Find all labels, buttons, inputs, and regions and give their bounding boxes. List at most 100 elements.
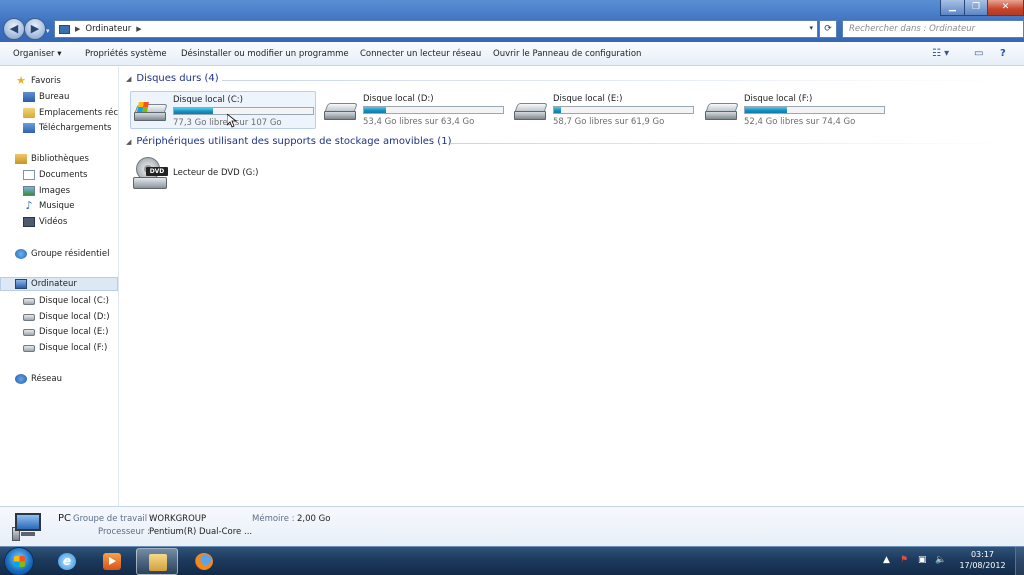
minimize-button[interactable]: ▁: [940, 0, 965, 16]
nav-drive-f[interactable]: Disque local (F:): [23, 341, 107, 355]
drive-usage-fill: [174, 108, 213, 114]
nav-favorites[interactable]: ★ Favoris: [15, 74, 61, 88]
windows-logo-icon: [14, 556, 25, 567]
collapse-icon[interactable]: ◢: [126, 75, 131, 83]
taskbar-media-player[interactable]: [91, 548, 133, 575]
show-desktop-button[interactable]: [1015, 547, 1024, 575]
action-center-icon[interactable]: ⚑: [900, 555, 908, 565]
recent-places-icon: [23, 108, 35, 118]
nav-images[interactable]: Images: [23, 184, 70, 198]
drive-usage-bar: [363, 106, 504, 114]
computer-large-icon: [12, 513, 44, 541]
nav-desktop[interactable]: Bureau: [23, 90, 69, 104]
hdd-group-header[interactable]: ◢ Disques durs (4): [126, 73, 219, 84]
media-player-icon: [103, 553, 121, 570]
drive-usage-fill: [554, 107, 561, 113]
removable-group-header[interactable]: ◢ Périphériques utilisant des supports d…: [126, 136, 451, 147]
nav-documents[interactable]: Documents: [23, 168, 87, 182]
dvd-drive-icon[interactable]: DVD: [131, 157, 171, 193]
view-options-icon[interactable]: ☷ ▾: [932, 48, 949, 59]
drive-d-tile[interactable]: Disque local (D:) 53,4 Go libres sur 63,…: [321, 91, 507, 129]
nav-recent-places[interactable]: Emplacements récents: [23, 106, 118, 120]
taskbar-firefox[interactable]: [183, 548, 225, 575]
workgroup-label: Groupe de travail :: [73, 514, 153, 524]
pc-name: PC: [58, 513, 72, 524]
preview-pane-icon[interactable]: ▭: [974, 48, 983, 59]
organize-menu[interactable]: Organiser ▾: [13, 49, 62, 59]
maximize-button[interactable]: ❐: [964, 0, 988, 16]
address-dropdown-icon[interactable]: ▾: [809, 24, 813, 32]
close-button[interactable]: ✕: [987, 0, 1024, 16]
drive-icon: [23, 297, 35, 305]
desktop-icon: [23, 92, 35, 102]
nav-homegroup[interactable]: Groupe résidentiel: [15, 247, 109, 261]
system-properties-button[interactable]: Propriétés système: [85, 49, 167, 59]
clock-date: 17/08/2012: [959, 561, 1006, 570]
drive-usage-fill: [364, 107, 387, 113]
command-bar: Organiser ▾ Propriétés système Désinstal…: [0, 42, 1024, 66]
nav-computer[interactable]: Ordinateur: [0, 277, 118, 291]
history-dropdown-icon[interactable]: ▾: [46, 27, 50, 35]
search-input[interactable]: Rechercher dans : Ordinateur: [842, 20, 1024, 38]
nav-libraries[interactable]: Bibliothèques: [15, 152, 89, 166]
nav-videos[interactable]: Vidéos: [23, 215, 67, 229]
nav-music[interactable]: ♪ Musique: [23, 199, 74, 213]
open-control-panel-button[interactable]: Ouvrir le Panneau de configuration: [493, 49, 641, 59]
group-divider: [450, 143, 1012, 144]
drive-icon: [324, 103, 358, 121]
drive-usage-bar: [744, 106, 885, 114]
forward-button[interactable]: ▶: [24, 18, 46, 40]
taskbar-explorer[interactable]: [136, 548, 178, 575]
details-pane: PC Groupe de travail : WORKGROUP Mémoire…: [0, 506, 1024, 546]
nav-network[interactable]: Réseau: [15, 372, 62, 386]
drive-f-tile[interactable]: Disque local (F:) 52,4 Go libres sur 74,…: [702, 91, 888, 129]
drive-usage-bar: [173, 107, 314, 115]
internet-explorer-icon: e: [58, 553, 76, 570]
collapse-icon[interactable]: ◢: [126, 138, 131, 146]
drive-icon: [705, 103, 739, 121]
drive-icon: [23, 344, 35, 352]
drive-usage-bar: [553, 106, 694, 114]
workgroup-value: WORKGROUP: [149, 514, 207, 524]
breadcrumb-separator-icon[interactable]: ▶: [75, 25, 80, 33]
star-icon: ★: [16, 74, 26, 87]
group-divider: [222, 80, 1012, 81]
drive-icon: [23, 328, 35, 336]
homegroup-icon: [15, 249, 27, 259]
nav-drive-c[interactable]: Disque local (C:): [23, 294, 109, 308]
nav-drive-e[interactable]: Disque local (E:): [23, 325, 108, 339]
map-network-drive-button[interactable]: Connecter un lecteur réseau: [360, 49, 481, 59]
volume-icon[interactable]: 🔈: [935, 555, 946, 565]
start-button[interactable]: [4, 547, 34, 575]
breadcrumb-computer[interactable]: Ordinateur: [85, 24, 131, 34]
back-button[interactable]: ◀: [3, 18, 25, 40]
network-icon: [15, 374, 27, 384]
drive-e-tile[interactable]: Disque local (E:) 58,7 Go libres sur 61,…: [511, 91, 697, 129]
taskbar: e: [0, 546, 1024, 575]
uninstall-program-button[interactable]: Désinstaller ou modifier un programme: [181, 49, 349, 59]
memory-label: Mémoire :: [252, 514, 295, 524]
processor-value: Pentium(R) Dual-Core ...: [149, 527, 253, 537]
system-drive-icon: [134, 102, 168, 122]
address-bar[interactable]: ▶ Ordinateur ▶ ▾: [54, 20, 818, 38]
nav-drive-d[interactable]: Disque local (D:): [23, 310, 110, 324]
documents-icon: [23, 170, 35, 180]
help-icon[interactable]: ?: [1000, 48, 1006, 59]
title-bar: ▁ ❐ ✕ ◀ ▶ ▾ ▶ Ordinateur ▶ ▾ ⟳ Recherche…: [0, 0, 1024, 42]
navigation-pane: ★ Favoris Bureau Emplacements récents Té…: [0, 67, 119, 506]
taskbar-ie[interactable]: e: [46, 548, 88, 575]
downloads-icon: [23, 123, 35, 133]
drive-usage-fill: [745, 107, 787, 113]
nav-downloads[interactable]: Téléchargements: [23, 121, 111, 135]
network-tray-icon[interactable]: ▣: [918, 555, 927, 565]
clock[interactable]: 03:17 17/08/2012: [955, 549, 1010, 571]
libraries-icon: [15, 154, 27, 164]
images-icon: [23, 186, 35, 196]
dvd-drive-label[interactable]: Lecteur de DVD (G:): [173, 168, 259, 178]
show-hidden-icons-icon[interactable]: ▲: [883, 555, 890, 565]
refresh-button[interactable]: ⟳: [819, 20, 837, 38]
breadcrumb-separator-icon[interactable]: ▶: [136, 25, 141, 33]
drive-c-tile[interactable]: Disque local (C:) 77,3 Go libres sur 107…: [130, 91, 316, 129]
computer-icon: [59, 24, 70, 34]
music-icon: ♪: [25, 199, 33, 212]
